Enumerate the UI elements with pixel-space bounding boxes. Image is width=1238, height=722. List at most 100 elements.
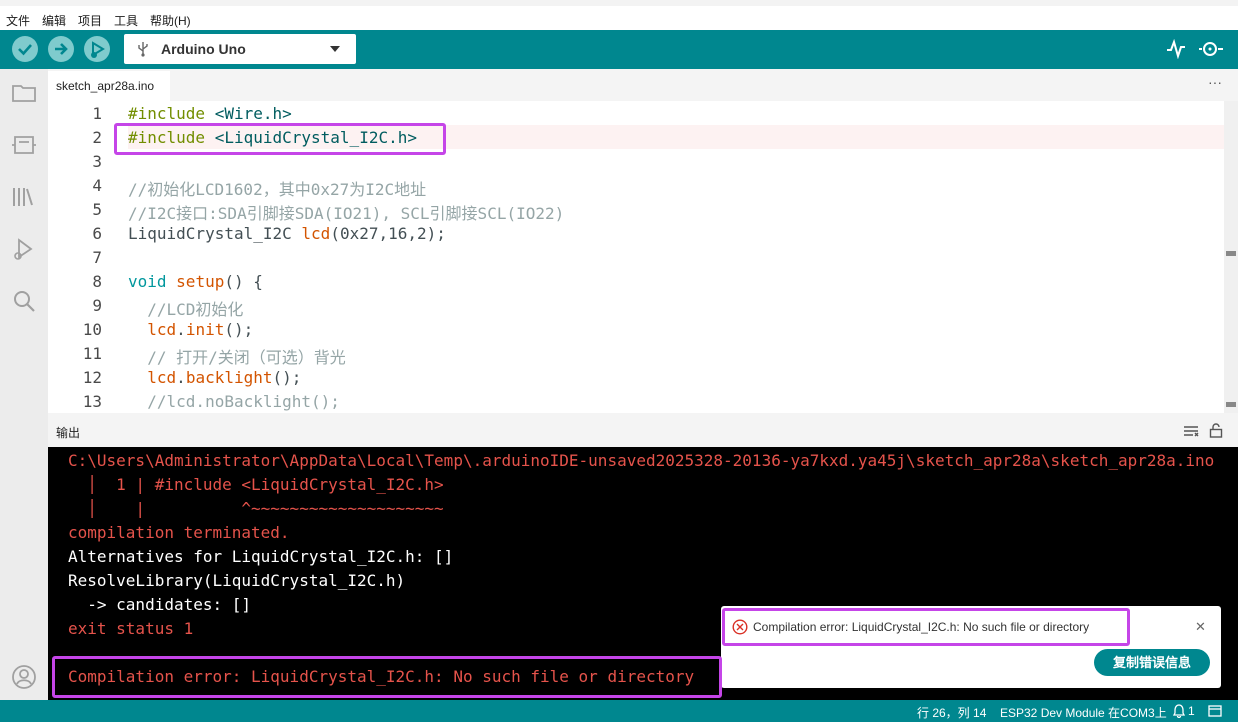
library-icon[interactable] <box>10 183 38 211</box>
highlight-box-toast <box>722 608 1130 646</box>
constructor-args: (0x27,16,2); <box>330 224 446 243</box>
object-name: lcd <box>147 368 177 387</box>
menu-edit[interactable]: 编辑 <box>42 12 66 29</box>
serial-plotter-icon[interactable] <box>1166 39 1186 59</box>
upload-button[interactable] <box>48 36 74 62</box>
board-port-status[interactable]: ESP32 Dev Module 在COM3上 <box>1000 704 1167 721</box>
usb-icon <box>138 42 148 57</box>
line-number: 8 <box>92 272 102 291</box>
dot: . <box>176 320 186 339</box>
chevron-down-icon <box>330 46 340 52</box>
include-directive: #include <box>128 104 206 123</box>
tab-bar: sketch_apr28a.ino ··· <box>48 69 1238 101</box>
line-number: 13 <box>82 392 102 411</box>
code-line-12: lcd.backlight(); <box>128 368 301 387</box>
code-line-1: #include <Wire.h> <box>128 104 292 123</box>
method-name: backlight <box>185 368 273 387</box>
type-name: LiquidCrystal_I2C <box>128 224 292 243</box>
line-number: 2 <box>92 128 102 147</box>
scroll-marker <box>1226 402 1236 407</box>
output-line: │ | ^~~~~~~~~~~~~~~~~~~~~ <box>68 499 444 518</box>
include-target: <Wire.h> <box>205 104 292 123</box>
tab-label: sketch_apr28a.ino <box>56 79 155 93</box>
code-line-6: LiquidCrystal_I2C lcd(0x27,16,2); <box>128 224 446 243</box>
output-line: Alternatives for LiquidCrystal_I2C.h: [] <box>68 547 454 566</box>
serial-monitor-icon[interactable] <box>1198 39 1224 59</box>
line-number: 6 <box>92 224 102 243</box>
code-line-4: //初始化LCD1602，其中0x27为I2C地址 <box>128 180 427 199</box>
account-icon[interactable] <box>10 663 38 691</box>
verify-button[interactable] <box>12 36 38 62</box>
output-line: -> candidates: [] <box>68 595 252 614</box>
line-number: 4 <box>92 176 102 195</box>
object-name: lcd <box>147 320 177 339</box>
copy-error-button[interactable]: 复制错误信息 <box>1094 649 1210 676</box>
highlight-box-error <box>52 656 722 698</box>
line-number: 7 <box>92 248 102 267</box>
line-number: 1 <box>92 104 102 123</box>
line-number: 3 <box>92 152 102 171</box>
menu-project[interactable]: 项目 <box>78 12 102 29</box>
tab-sketch[interactable]: sketch_apr28a.ino <box>48 69 170 101</box>
variable-name: lcd <box>301 224 331 243</box>
output-title: 输出 <box>56 426 81 440</box>
output-line: exit status 1 <box>68 619 194 638</box>
folder-icon[interactable] <box>10 79 38 107</box>
clear-output-icon[interactable] <box>1183 425 1199 437</box>
board-selector[interactable]: Arduino Uno <box>124 34 356 64</box>
output-line: C:\Users\Administrator\AppData\Local\Tem… <box>68 451 1215 470</box>
code-line-10: lcd.init(); <box>128 320 253 339</box>
line-number: 5 <box>92 200 102 219</box>
check-icon <box>18 44 32 56</box>
output-line: ResolveLibrary(LiquidCrystal_I2C.h) <box>68 571 406 590</box>
terminal-icon[interactable] <box>1208 705 1222 717</box>
status-bar: 行 26，列 14 ESP32 Dev Module 在COM3上 1 <box>0 700 1238 722</box>
debug-icon <box>91 41 105 58</box>
output-line: compilation terminated. <box>68 523 290 542</box>
code-line-11: // 打开/关闭（可选）背光 <box>128 348 346 367</box>
line-number: 9 <box>92 296 102 315</box>
output-line: │ 1 | #include <LiquidCrystal_I2C.h> <box>68 475 444 494</box>
highlight-box-include <box>114 123 446 155</box>
code-line-8: void setup() { <box>128 272 263 291</box>
menu-tools[interactable]: 工具 <box>114 12 138 29</box>
line-number: 10 <box>82 320 102 339</box>
punctuation: () { <box>224 272 263 291</box>
search-icon[interactable] <box>10 287 38 315</box>
code-line-13: //lcd.noBacklight(); <box>128 392 340 411</box>
board-manager-icon[interactable] <box>10 131 38 159</box>
output-scrollbar[interactable] <box>1224 447 1238 700</box>
keyword: void <box>128 272 167 291</box>
line-number: 11 <box>82 344 102 363</box>
method-name: init <box>185 320 225 339</box>
debug-button[interactable] <box>84 36 110 62</box>
notification-bell-icon[interactable] <box>1173 704 1185 718</box>
editor-scrollbar[interactable] <box>1224 101 1238 413</box>
call-parens: (); <box>224 320 254 339</box>
close-icon[interactable]: ✕ <box>1195 619 1206 635</box>
toolbar: Arduino Uno <box>0 30 1238 69</box>
notification-count: 1 <box>1188 704 1195 718</box>
activity-bar <box>0 69 48 700</box>
output-header: 输出 <box>48 413 1238 447</box>
menu-help[interactable]: 帮助(H) <box>150 12 191 29</box>
code-line-5: //I2C接口:SDA引脚接SDA(IO21), SCL引脚接SCL(IO22) <box>128 204 565 223</box>
more-options-icon[interactable]: ··· <box>1208 74 1222 90</box>
dot: . <box>176 368 186 387</box>
call-parens: (); <box>272 368 302 387</box>
menu-bar: 文件 编辑 项目 工具 帮助(H) <box>0 8 1238 30</box>
lock-icon[interactable] <box>1209 423 1223 438</box>
title-strip <box>0 0 1238 6</box>
scroll-marker <box>1226 251 1236 256</box>
cursor-position[interactable]: 行 26，列 14 <box>917 704 986 721</box>
code-line-9: //LCD初始化 <box>128 300 244 319</box>
debug-panel-icon[interactable] <box>10 235 38 263</box>
function-name: setup <box>176 272 225 291</box>
menu-file[interactable]: 文件 <box>6 12 30 29</box>
board-name: Arduino Uno <box>161 41 246 57</box>
line-number: 12 <box>82 368 102 387</box>
